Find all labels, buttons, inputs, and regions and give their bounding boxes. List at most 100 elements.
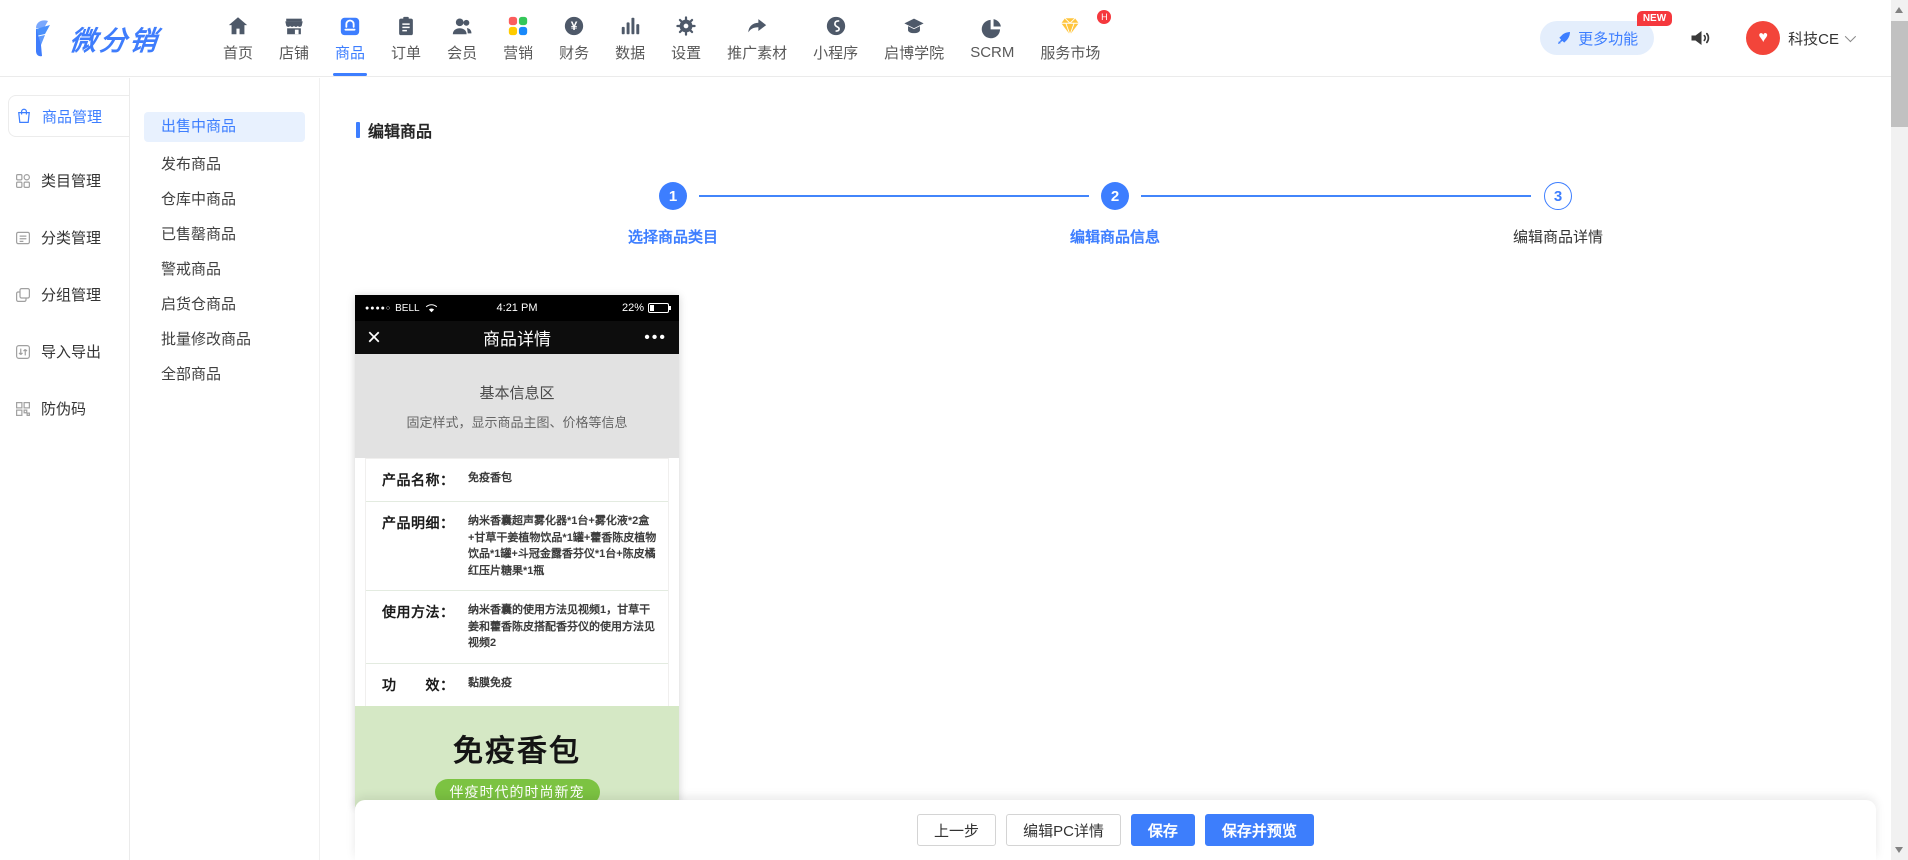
nav-item-finance[interactable]: ¥ 财务	[546, 0, 602, 76]
nav-item-miniprogram[interactable]: 小程序	[800, 0, 871, 76]
goods-management-icon	[15, 107, 33, 125]
more-features-button[interactable]: 更多功能 NEW	[1540, 21, 1654, 55]
detail-row-effect: 功 效： 黏膜免疫	[366, 663, 668, 706]
sidebar-item-anticounterfeit-code[interactable]: 防伪码	[0, 380, 129, 437]
gear-icon	[675, 13, 697, 37]
nav-item-orders[interactable]: 订单	[378, 0, 434, 76]
sidebar-item-group-management[interactable]: 分组管理	[0, 266, 129, 323]
nav-item-data[interactable]: 数据	[602, 0, 658, 76]
qr-code-icon	[14, 400, 32, 418]
main-nav: 首页 店铺 商品 订单 会员 营销	[210, 0, 1113, 76]
submenu-item-on-sale[interactable]: 出售中商品	[144, 112, 305, 142]
submenu-item-publish[interactable]: 发布商品	[131, 147, 319, 182]
store-icon	[283, 13, 305, 37]
phone-page-title: 商品详情	[483, 325, 551, 350]
pie-chart-icon	[981, 15, 1003, 39]
submenu-item-all-goods[interactable]: 全部商品	[131, 357, 319, 392]
page-title: 编辑商品	[356, 118, 432, 142]
basic-info-placeholder: 基本信息区 固定样式，显示商品主图、价格等信息	[355, 354, 679, 458]
product-banner: 免疫香包 伴疫时代的时尚新宠	[355, 706, 679, 808]
detail-row-usage: 使用方法： 纳米香囊的使用方法见视频1，甘草干姜和藿香陈皮搭配香芬仪的使用方法见…	[366, 590, 668, 663]
save-button[interactable]: 保存	[1131, 814, 1195, 846]
banner-title: 免疫香包	[355, 706, 679, 770]
nav-item-promo-material[interactable]: 推广素材	[714, 0, 800, 76]
scrollbar-down-arrow[interactable]	[1895, 847, 1903, 853]
sidebar-item-import-export[interactable]: 导入导出	[0, 323, 129, 380]
svg-text:¥: ¥	[571, 19, 578, 33]
avatar: ♥	[1746, 21, 1780, 55]
account-name: 科技CE	[1788, 28, 1839, 49]
sidebar-item-catalog-management[interactable]: 类目管理	[0, 152, 129, 209]
gem-icon	[1058, 13, 1082, 37]
bar-chart-icon	[619, 13, 641, 37]
nav-item-scrm[interactable]: SCRM	[957, 0, 1027, 76]
step-select-category[interactable]: 1 选择商品类目	[593, 182, 753, 247]
previous-step-button[interactable]: 上一步	[917, 814, 996, 846]
submenu-item-alert[interactable]: 警戒商品	[131, 252, 319, 287]
more-dots-icon: •••	[644, 329, 667, 347]
classification-list-icon	[14, 229, 32, 247]
top-navbar: 微分销 首页 店铺 商品 订单 会员	[0, 0, 1891, 77]
save-and-preview-button[interactable]: 保存并预览	[1205, 814, 1314, 846]
product-detail-card: 产品名称： 免疫香包 产品明细： 纳米香囊超声雾化器*1台+雾化液*2盒+甘草干…	[365, 458, 669, 706]
wifi-icon	[425, 303, 438, 313]
step-edit-detail[interactable]: 3 编辑商品详情	[1478, 182, 1638, 247]
primary-sidebar: 商品管理 类目管理 分类管理 分组管理 导入导出 防伪码	[0, 78, 130, 860]
import-export-icon	[14, 343, 32, 361]
title-accent-bar	[356, 122, 360, 138]
step-edit-info[interactable]: 2 编辑商品信息	[1035, 182, 1195, 247]
submenu-item-batch-edit[interactable]: 批量修改商品	[131, 322, 319, 357]
logo-text: 微分销	[68, 19, 162, 58]
new-badge: NEW	[1637, 11, 1672, 26]
goods-submenu: 出售中商品 发布商品 仓库中商品 已售罄商品 警戒商品 启货仓商品 批量修改商品…	[131, 78, 320, 860]
footer-action-bar: 上一步 编辑PC详情 保存 保存并预览	[355, 800, 1876, 860]
battery-percent: 22%	[622, 302, 644, 314]
logo-icon	[28, 18, 62, 58]
sidebar-item-classification-management[interactable]: 分类管理	[0, 209, 129, 266]
members-icon	[451, 13, 473, 37]
account-dropdown[interactable]: ♥ 科技CE	[1746, 21, 1853, 55]
graduation-cap-icon	[902, 13, 926, 37]
detail-row-contents: 产品明细： 纳米香囊超声雾化器*1台+雾化液*2盒+甘草干姜植物饮品*1罐+藿香…	[366, 501, 668, 590]
scrollbar-up-arrow[interactable]	[1895, 7, 1903, 13]
miniprogram-icon	[825, 13, 847, 37]
order-clipboard-icon	[395, 13, 417, 37]
step-connector	[1141, 195, 1531, 197]
chevron-down-icon	[1845, 31, 1856, 42]
sidebar-item-goods-management[interactable]: 商品管理	[8, 95, 129, 137]
rocket-icon	[1556, 30, 1572, 46]
submenu-item-stock-warehouse[interactable]: 启货仓商品	[131, 287, 319, 322]
nav-item-goods[interactable]: 商品	[322, 0, 378, 76]
scrollbar-thumb[interactable]	[1891, 21, 1908, 127]
goods-bag-icon	[339, 13, 361, 37]
group-layers-icon	[14, 286, 32, 304]
share-arrow-icon	[746, 13, 768, 37]
wizard-stepper: 1 选择商品类目 2 编辑商品信息 3 编辑商品详情	[673, 182, 1558, 252]
nav-item-home[interactable]: 首页	[210, 0, 266, 76]
signal-dots: ●●●●○	[365, 305, 391, 312]
detail-row-name: 产品名称： 免疫香包	[366, 459, 668, 501]
finance-yen-icon: ¥	[563, 13, 585, 37]
vertical-scrollbar[interactable]	[1891, 0, 1908, 860]
catalog-grid-icon	[14, 172, 32, 190]
nav-item-service-market[interactable]: 服务市场 H	[1027, 0, 1113, 76]
phone-nav-bar: × 商品详情 •••	[355, 321, 679, 354]
mobile-preview: ●●●●○ BELL 4:21 PM 22% × 商品详情 ••• 基本信息区 …	[355, 295, 679, 807]
submenu-item-in-warehouse[interactable]: 仓库中商品	[131, 182, 319, 217]
app-logo[interactable]: 微分销	[28, 18, 200, 58]
nav-item-academy[interactable]: 启博学院	[871, 0, 957, 76]
submenu-item-sold-out[interactable]: 已售罄商品	[131, 217, 319, 252]
nav-item-settings[interactable]: 设置	[658, 0, 714, 76]
status-time: 4:21 PM	[497, 302, 538, 314]
edit-pc-detail-button[interactable]: 编辑PC详情	[1006, 814, 1121, 846]
service-market-badge: H	[1097, 10, 1111, 24]
close-icon: ×	[367, 326, 381, 350]
nav-item-shop[interactable]: 店铺	[266, 0, 322, 76]
topbar-right: 更多功能 NEW ♥ 科技CE	[1540, 21, 1853, 55]
speaker-icon[interactable]	[1688, 26, 1712, 50]
phone-status-bar: ●●●●○ BELL 4:21 PM 22%	[355, 295, 679, 321]
battery-icon	[648, 303, 669, 313]
nav-item-members[interactable]: 会员	[434, 0, 490, 76]
nav-item-marketing[interactable]: 营销	[490, 0, 546, 76]
step-connector	[699, 195, 1089, 197]
